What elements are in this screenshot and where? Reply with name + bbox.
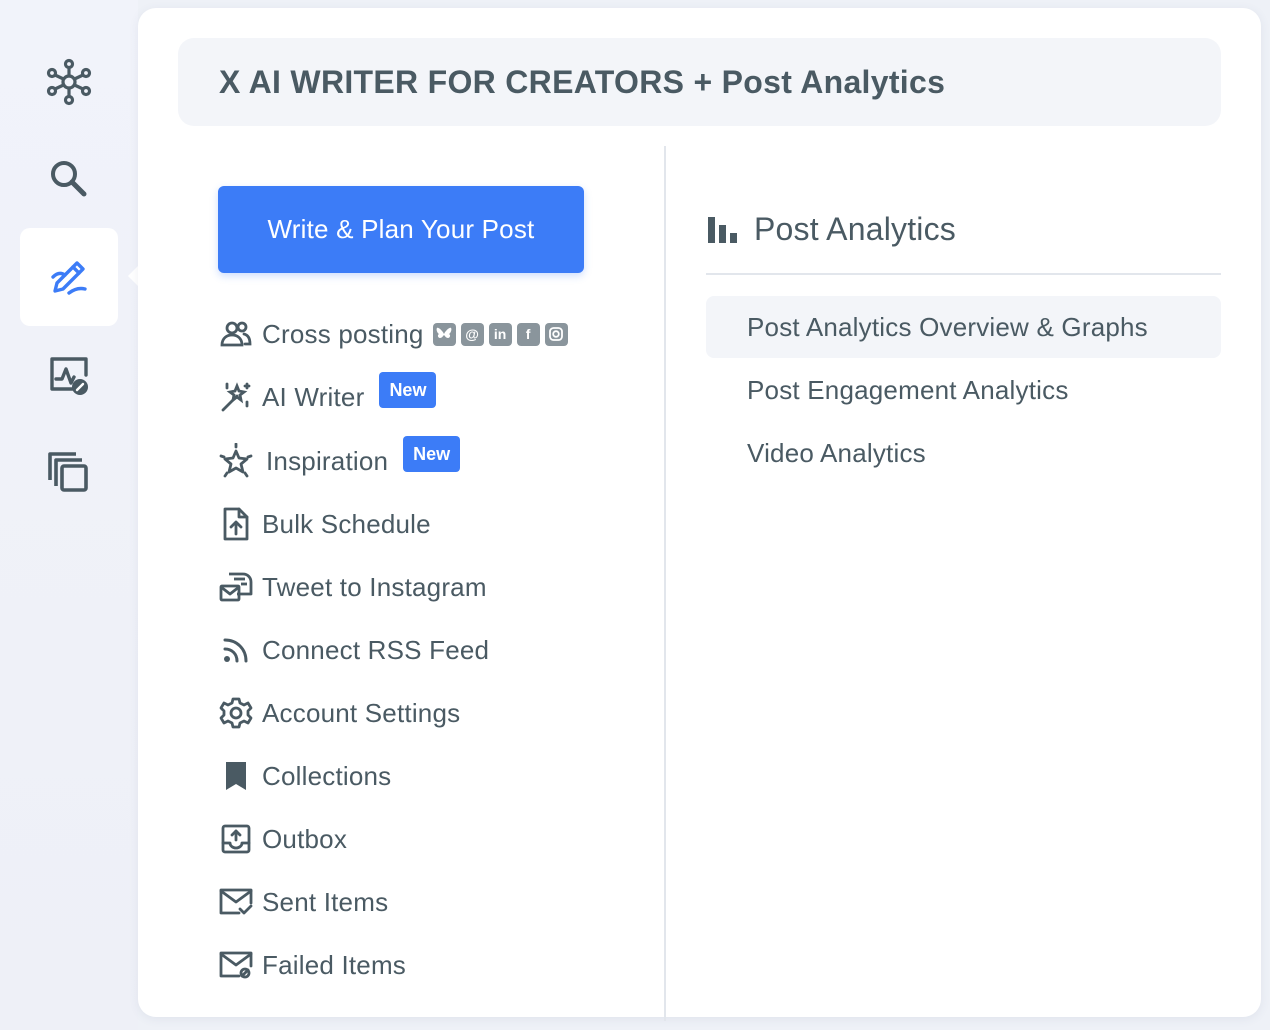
panel-title: X AI WRITER FOR CREATORS + Post Analytic… xyxy=(219,63,946,100)
menu-item-label: Connect RSS Feed xyxy=(262,634,490,665)
menu-item-label: Sent Items xyxy=(262,886,389,917)
menu-item-inspiration[interactable]: Inspiration New xyxy=(218,436,461,481)
active-pointer xyxy=(128,266,138,286)
menu-item-tweet-to-instagram[interactable]: Tweet to Instagram xyxy=(218,567,487,607)
link-post-analytics-overview[interactable]: Post Analytics Overview & Graphs xyxy=(706,296,1221,358)
users-icon xyxy=(218,316,254,352)
menu-item-cross-posting[interactable]: Cross posting @ in f xyxy=(218,314,573,354)
rail-item-analytics[interactable] xyxy=(20,327,118,425)
bar-chart-icon xyxy=(708,217,737,243)
menu-item-label: Collections xyxy=(262,760,392,791)
outbox-icon xyxy=(218,821,254,857)
instagram-icon xyxy=(544,322,568,346)
mailbox-icon xyxy=(218,569,254,605)
rail-item-hub[interactable] xyxy=(20,33,118,131)
menu-item-label: Bulk Schedule xyxy=(262,508,431,539)
copy-stack-icon xyxy=(48,452,88,492)
write-edit-icon xyxy=(51,261,87,295)
rail-item-copy[interactable] xyxy=(20,424,118,522)
rss-icon xyxy=(218,632,254,668)
menu-item-label: Cross posting xyxy=(262,318,424,349)
gear-icon xyxy=(218,695,254,731)
mail-failed-icon xyxy=(218,947,254,983)
icon-rail xyxy=(0,0,138,1030)
write-plan-post-button[interactable]: Write & Plan Your Post xyxy=(218,186,584,273)
new-badge: New xyxy=(403,436,461,472)
menu-item-collections[interactable]: Collections xyxy=(218,756,391,796)
post-analytics-heading: Post Analytics xyxy=(706,204,956,254)
menu-item-label: Outbox xyxy=(262,823,348,854)
column-divider xyxy=(664,146,666,1021)
threads-icon: @ xyxy=(460,322,484,346)
rail-item-write[interactable] xyxy=(20,228,118,326)
menu-item-outbox[interactable]: Outbox xyxy=(218,819,347,859)
sparkle-star-icon xyxy=(218,443,254,479)
panel-header: X AI WRITER FOR CREATORS + Post Analytic… xyxy=(178,38,1221,126)
new-badge: New xyxy=(379,372,437,408)
menu-item-failed-items[interactable]: Failed Items xyxy=(218,945,406,985)
menu-item-ai-writer[interactable]: AI Writer New xyxy=(218,372,437,417)
menu-item-sent-items[interactable]: Sent Items xyxy=(218,882,388,922)
menu-item-label: Inspiration xyxy=(266,445,389,476)
menu-item-label: Failed Items xyxy=(262,949,407,980)
mega-menu-panel: X AI WRITER FOR CREATORS + Post Analytic… xyxy=(138,8,1261,1021)
link-post-engagement-analytics[interactable]: Post Engagement Analytics xyxy=(706,359,1221,421)
hub-network-icon xyxy=(46,58,92,106)
bookmark-icon xyxy=(218,758,254,794)
file-upload-icon xyxy=(218,506,254,542)
mail-check-icon xyxy=(218,884,254,920)
analytics-check-icon xyxy=(50,357,88,395)
menu-item-rss-feed[interactable]: Connect RSS Feed xyxy=(218,630,489,670)
bluesky-icon xyxy=(432,322,456,346)
menu-item-label: AI Writer xyxy=(262,381,365,412)
link-video-analytics[interactable]: Video Analytics xyxy=(706,422,1221,484)
linkedin-icon: in xyxy=(488,322,512,346)
menu-item-label: Tweet to Instagram xyxy=(262,571,487,602)
facebook-icon: f xyxy=(516,322,540,346)
section-divider xyxy=(706,273,1221,275)
rail-item-search[interactable] xyxy=(20,130,118,228)
social-networks: @ in f xyxy=(432,322,573,346)
grid-icon xyxy=(52,0,86,4)
search-icon xyxy=(51,161,87,197)
menu-item-bulk-schedule[interactable]: Bulk Schedule xyxy=(218,504,431,544)
menu-item-account-settings[interactable]: Account Settings xyxy=(218,693,460,733)
magic-wand-icon xyxy=(218,379,254,415)
section-title: Post Analytics xyxy=(754,210,957,247)
menu-item-label: Account Settings xyxy=(262,697,461,728)
